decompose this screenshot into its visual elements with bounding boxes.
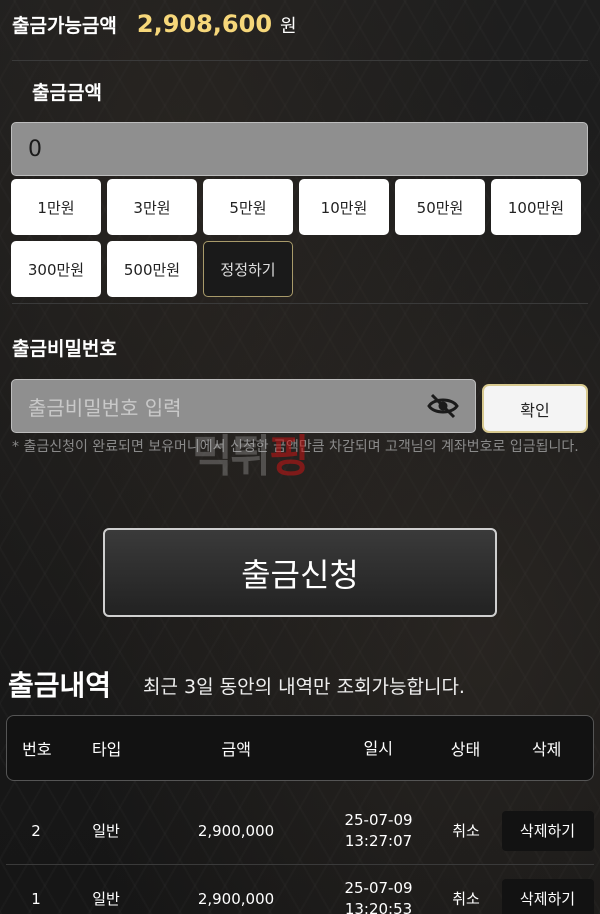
table-row: 1 일반 2,900,000 25-07-09 13:20:53 취소 삭제하기 [6,865,594,914]
row-no: 2 [31,821,41,840]
header-cell: 번호 [22,740,52,759]
password-section-title: 출금비밀번호 [12,338,117,360]
delete-button[interactable]: 삭제하기 [501,810,594,851]
row-no: 1 [31,889,41,908]
watermark-text: 먹튀 [192,431,271,482]
quick-amount-button[interactable]: 100만원 [491,179,581,235]
table-header: 번호 타입 금액 일시 상태 삭제 [6,715,594,781]
watermark-logo: 먹튀핑 [192,420,310,484]
quick-amount-button[interactable]: 500만원 [107,241,197,297]
eye-slash-icon[interactable] [427,392,459,420]
history-title: 출금내역 [8,669,112,702]
divider [12,60,588,61]
row-type: 일반 [92,822,120,840]
row-datetime: 25-07-09 13:27:07 [326,810,431,852]
confirm-password-button[interactable]: 확인 [482,384,588,433]
password-placeholder: 출금비밀번호 입력 [28,395,182,420]
row-amount: 2,900,000 [197,889,275,908]
quick-amount-button[interactable]: 5만원 [203,179,293,235]
amount-section-title: 출금금액 [32,82,102,104]
row-datetime: 25-07-09 13:20:53 [326,878,431,914]
balance-unit: 원 [280,16,297,37]
row-status: 취소 [452,822,480,840]
header-cell: 일시 [363,738,393,758]
header-cell: 타입 [91,740,122,759]
quick-amount-button[interactable]: 1만원 [11,179,101,235]
row-time: 13:27:07 [344,831,413,850]
history-table: 번호 타입 금액 일시 상태 삭제 2 일반 2,900,000 25-07-0… [6,715,594,914]
watermark-tail: 핑 [268,431,310,482]
header-cell: 금액 [221,740,251,759]
quick-amount-button[interactable]: 50만원 [395,179,485,235]
balance-label: 출금가능금액 [12,15,117,37]
row-date: 25-07-09 [344,810,413,829]
balance-display: 출금가능금액 2,908,600 원 [12,10,297,38]
row-type: 일반 [92,890,120,908]
table-row: 2 일반 2,900,000 25-07-09 13:27:07 취소 삭제하기 [6,797,594,865]
withdraw-submit-button[interactable]: 출금신청 [103,528,497,617]
row-status: 취소 [452,890,480,908]
quick-amount-button[interactable]: 10만원 [299,179,389,235]
row-time: 13:20:53 [344,899,413,914]
amount-input[interactable]: 0 [11,122,588,176]
row-date: 25-07-09 [344,878,413,897]
divider [12,303,588,304]
row-amount: 2,900,000 [197,821,275,840]
balance-amount: 2,908,600 [136,10,273,38]
quick-amount-button[interactable]: 300만원 [11,241,101,297]
header-cell: 상태 [450,740,481,759]
delete-button[interactable]: 삭제하기 [501,878,594,914]
quick-amount-button[interactable]: 3만원 [107,179,197,235]
history-note: 최근 3일 동안의 내역만 조회가능합니다. [143,676,465,698]
reset-amount-button[interactable]: 정정하기 [203,241,293,297]
header-cell: 삭제 [531,740,562,759]
